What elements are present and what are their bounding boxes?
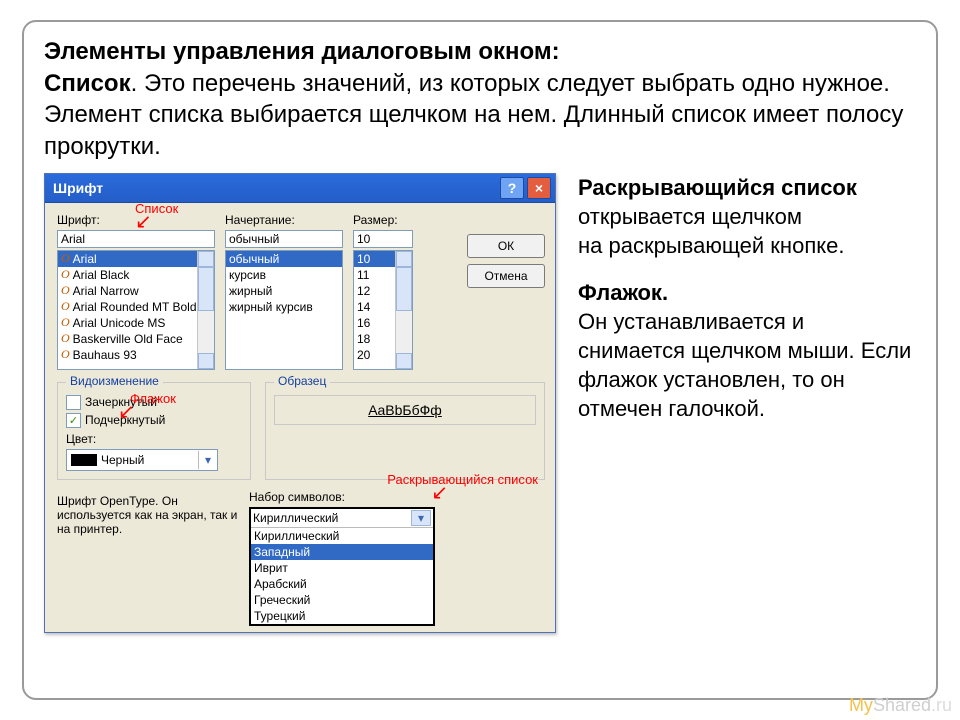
list-item[interactable]: 11 [354,267,396,283]
underline-checkbox[interactable]: ✓ Подчеркнутый [66,413,242,428]
list-item: OArial Narrow [58,283,198,299]
help-button[interactable]: ? [500,177,524,199]
list-item[interactable]: 12 [354,283,396,299]
checkbox-icon [66,395,81,410]
cancel-button[interactable]: Отмена [467,264,545,288]
list-item[interactable]: обычный [226,251,342,267]
help-icon: ? [508,180,517,196]
list-item: OArial [58,251,198,267]
list-item: OArial Unicode MS [58,315,198,331]
close-icon: × [535,180,543,196]
list-item[interactable]: 18 [354,331,396,347]
charset-dropdown[interactable]: Кириллический ▾ Кириллический Западный И… [249,507,435,626]
side-text: Раскрывающийся список открывается щелчко… [578,173,916,423]
charset-label: Набор символов: [249,490,435,504]
effects-group: Видоизменение Флажок ↙ Зачеркнутый ✓ Под… [57,382,251,480]
list-item: OBauhaus 93 [58,347,198,363]
list-item[interactable]: Иврит [251,560,433,576]
size-input[interactable] [353,230,413,248]
watermark: MyShared.ru [849,695,952,716]
list-item[interactable]: Кириллический [251,528,433,544]
list-item[interactable]: Греческий [251,592,433,608]
titlebar-text: Шрифт [53,180,103,196]
color-swatch [71,454,97,466]
heading: Элементы управления диалоговым окном: Сп… [44,36,916,163]
list-item[interactable]: 10 [354,251,396,267]
font-dialog: Шрифт ? × Список ↙ Шрифт: [44,173,556,633]
scroll-thumb[interactable] [198,267,214,311]
chevron-down-icon[interactable]: ▾ [411,510,431,526]
chevron-down-icon: ▾ [198,451,217,469]
list-item: OBaskerville Old Face [58,331,198,347]
color-select[interactable]: Черный ▾ [66,449,218,471]
font-label: Шрифт: [57,213,215,227]
close-button[interactable]: × [527,177,551,199]
sample-legend: Образец [274,374,330,388]
size-label: Размер: [353,213,413,227]
info-text: Шрифт OpenType. Он используется как на э… [57,494,239,536]
heading-line1: Элементы управления диалоговым окном: [44,38,560,65]
list-item[interactable]: Арабский [251,576,433,592]
style-input[interactable] [225,230,343,248]
style-label: Начертание: [225,213,343,227]
sample-text: AaBbБбФф [274,395,536,425]
scroll-thumb[interactable] [396,267,412,311]
list-item: OArial Black [58,267,198,283]
scroll-up-icon[interactable] [198,251,214,267]
dropdown-term: Раскрывающийся список [578,175,857,200]
scroll-down-icon[interactable] [198,353,214,369]
color-label: Цвет: [66,432,242,446]
checkbox-term: Флажок. [578,280,668,305]
scrollbar[interactable] [197,251,214,369]
check-icon: ✓ [69,414,78,427]
style-listbox[interactable]: обычный курсив жирный жирный курсив [225,250,343,370]
scroll-down-icon[interactable] [396,353,412,369]
heading-line2-rest: . Это перечень значений, из которых след… [44,70,903,160]
scroll-up-icon[interactable] [396,251,412,267]
heading-line2-strong: Список [44,70,131,97]
strike-checkbox[interactable]: Зачеркнутый [66,395,242,410]
effects-legend: Видоизменение [66,374,163,388]
checkbox-icon: ✓ [66,413,81,428]
list-item[interactable]: жирный курсив [226,299,342,315]
sample-group: Образец AaBbБбФф Раскрывающийся список ↙ [265,382,545,480]
titlebar[interactable]: Шрифт ? × [45,174,555,203]
font-listbox[interactable]: OArial OArial Black OArial Narrow OArial… [57,250,215,370]
list-item: OArial Rounded MT Bold [58,299,198,315]
font-input[interactable] [57,230,215,248]
list-item[interactable]: Западный [251,544,433,560]
list-item[interactable]: 16 [354,315,396,331]
scrollbar[interactable] [395,251,412,369]
list-item[interactable]: 20 [354,347,396,363]
size-listbox[interactable]: 10 11 12 14 16 18 20 [353,250,413,370]
list-item[interactable]: Турецкий [251,608,433,624]
annotation-dropdown-text: Раскрывающийся список [387,472,538,487]
list-item[interactable]: курсив [226,267,342,283]
list-item[interactable]: 14 [354,299,396,315]
ok-button[interactable]: ОК [467,234,545,258]
list-item[interactable]: жирный [226,283,342,299]
slide: Элементы управления диалоговым окном: Сп… [22,20,938,700]
